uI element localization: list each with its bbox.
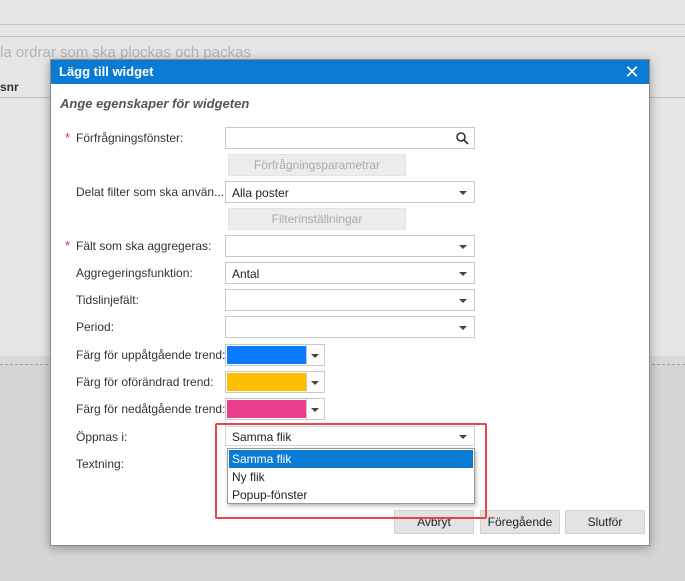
trend-up-color-label: Färg för uppåtgående trend: [76, 348, 226, 362]
timeline-field-label: Tidslinjefält: [76, 293, 139, 307]
caption-label: Textning: [76, 457, 125, 471]
chevron-down-icon [311, 381, 319, 385]
filter-settings-button[interactable]: Filterinställningar [228, 208, 406, 230]
chevron-down-icon [459, 326, 467, 330]
required-asterisk: * [65, 238, 71, 253]
finish-button[interactable]: Slutför [565, 510, 645, 534]
aggregate-field-label: Fält som ska aggregeras: [76, 239, 212, 253]
shared-filter-label: Delat filter som ska använ... [76, 185, 225, 199]
inquiry-window-field[interactable] [225, 127, 475, 149]
inquiry-window-label: Förfrågningsfönster: [76, 131, 184, 145]
color-swatch [227, 373, 306, 391]
chevron-down-icon [459, 299, 467, 303]
divider [0, 24, 685, 25]
trend-down-color-label: Färg för nedåtgående trend: [76, 402, 226, 416]
add-widget-dialog: Lägg till widget ✕ Ange egenskaper för w… [50, 59, 650, 546]
chevron-down-icon [459, 272, 467, 276]
close-icon[interactable]: ✕ [623, 62, 641, 82]
divider [306, 372, 307, 392]
aggregation-function-select[interactable]: Antal [225, 262, 475, 284]
divider [306, 399, 307, 419]
dialog-subtitle: Ange egenskaper för widgeten [60, 96, 250, 111]
color-swatch [227, 346, 306, 364]
chevron-down-icon [311, 354, 319, 358]
timeline-field-select[interactable] [225, 289, 475, 311]
shared-filter-select[interactable]: Alla poster [225, 181, 475, 203]
required-asterisk: * [65, 130, 71, 145]
previous-button[interactable]: Föregående [480, 510, 560, 534]
chevron-down-icon [459, 245, 467, 249]
period-select[interactable] [225, 316, 475, 338]
trend-up-color-picker[interactable] [225, 344, 325, 366]
divider [0, 36, 685, 37]
dialog-title: Lägg till widget [59, 64, 154, 79]
color-swatch [227, 400, 306, 418]
chevron-down-icon [459, 191, 467, 195]
inquiry-parameters-button[interactable]: Förfrågningsparametrar [228, 154, 406, 176]
shared-filter-value: Alla poster [232, 186, 289, 200]
period-label: Period: [76, 320, 115, 334]
aggregation-function-label: Aggregeringsfunktion: [76, 266, 193, 280]
trend-flat-color-picker[interactable] [225, 371, 325, 393]
aggregation-function-value: Antal [232, 267, 260, 281]
search-icon[interactable] [455, 131, 469, 145]
highlight-box [215, 423, 487, 519]
divider [306, 345, 307, 365]
chevron-down-icon [311, 408, 319, 412]
aggregate-field-select[interactable] [225, 235, 475, 257]
background-column-header: snr [0, 80, 19, 94]
trend-flat-color-label: Färg för oförändrad trend: [76, 375, 214, 389]
dialog-header: Lägg till widget ✕ [51, 60, 649, 84]
open-in-label: Öppnas i: [76, 430, 128, 444]
trend-down-color-picker[interactable] [225, 398, 325, 420]
